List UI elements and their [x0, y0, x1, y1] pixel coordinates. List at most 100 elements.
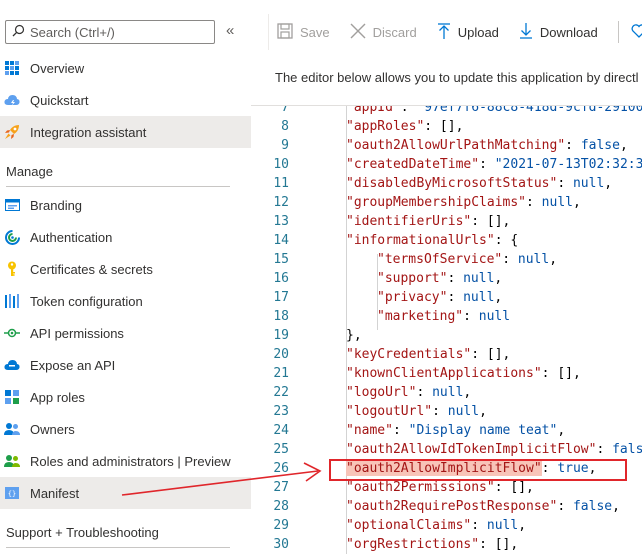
code-line[interactable]: 17 "privacy": null,	[251, 288, 642, 307]
save-icon	[277, 22, 293, 42]
code-line[interactable]: 20 "keyCredentials": [],	[251, 345, 642, 364]
nav-item-overview[interactable]: Overview	[0, 52, 251, 84]
nav-item-api-permissions[interactable]: API permissions	[0, 317, 251, 349]
json-token-key: "knownClientApplications"	[346, 366, 542, 381]
json-token-key: "name"	[346, 423, 393, 438]
code-line[interactable]: 28 "oauth2RequirePostResponse": false,	[251, 497, 642, 516]
json-token-punc: :	[557, 499, 573, 514]
line-number: 24	[273, 423, 289, 438]
nav-item-roles-and-administrators[interactable]: Roles and administrators | Preview	[0, 445, 251, 477]
json-token-key: "termsOfService"	[377, 252, 503, 267]
json-token-punc: :	[557, 176, 573, 191]
json-token-punc: ,	[612, 499, 620, 514]
line-number: 30	[273, 537, 289, 552]
line-number: 20	[273, 347, 289, 362]
json-token-punc: ,	[619, 138, 628, 153]
json-token-punc: },	[346, 328, 362, 343]
nav-item-app-roles[interactable]: App roles	[0, 381, 251, 413]
line-number: 17	[273, 290, 289, 305]
code-content: "appId": "97ef7f6-88c8-418d-9cfd-29100	[346, 106, 642, 117]
save-label: Save	[300, 24, 330, 40]
json-token-kw: null	[572, 176, 605, 191]
code-line[interactable]: 30 "orgRestrictions": [],	[251, 535, 642, 554]
code-line[interactable]: 18 "marketing": null	[251, 307, 642, 326]
editor-description: The editor below allows you to update th…	[275, 70, 639, 85]
json-token-key: "appRoles"	[346, 119, 425, 134]
code-content: "knownClientApplications": [],	[346, 364, 581, 383]
nav-item-quickstart[interactable]: Quickstart	[0, 84, 251, 116]
line-number: 15	[273, 252, 289, 267]
json-token-punc: :	[502, 252, 518, 267]
code-content: "name": "Display name teat",	[346, 421, 565, 440]
json-token-key: "logoutUrl"	[346, 404, 433, 419]
json-token-key: "groupMembershipClaims"	[346, 195, 527, 210]
json-token-key: "keyCredentials"	[346, 347, 472, 362]
nav-label: Certificates & secrets	[30, 261, 153, 277]
upload-button[interactable]: Upload	[437, 22, 499, 42]
json-token-key: "oauth2AllowIdTokenImplicitFlow"	[346, 442, 597, 457]
nav-label: API permissions	[30, 325, 124, 341]
svg-text:{}: {}	[8, 490, 16, 498]
code-line[interactable]: 11 "disabledByMicrosoftStatus": null,	[251, 174, 642, 193]
json-token-key: "orgRestrictions"	[346, 537, 480, 552]
json-token-punc: : [],	[494, 480, 534, 495]
nav-item-expose-an-api[interactable]: Expose an API	[0, 349, 251, 381]
code-line[interactable]: 24 "name": "Display name teat",	[251, 421, 642, 440]
manifest-icon: {}	[4, 485, 20, 501]
discard-button[interactable]: Discard	[350, 23, 417, 42]
line-number: 21	[273, 366, 289, 381]
code-line[interactable]: 9 "oauth2AllowUrlPathMatching": false,	[251, 136, 642, 155]
nav-item-integration-assistant[interactable]: Integration assistant	[0, 116, 251, 148]
nav-item-authentication[interactable]: Authentication	[0, 221, 251, 253]
json-token-key: "marketing"	[377, 309, 464, 324]
code-content: "privacy": null,	[377, 288, 502, 307]
json-token-punc: :	[447, 271, 464, 286]
json-token-punc: ,	[463, 385, 472, 400]
json-token-punc: ,	[518, 518, 527, 533]
download-button[interactable]: Download	[519, 22, 598, 42]
nav-item-manifest[interactable]: {} Manifest	[0, 477, 251, 509]
code-line[interactable]: 22 "logoUrl": null,	[251, 383, 642, 402]
cloud-icon	[4, 92, 20, 108]
code-line[interactable]: 25 "oauth2AllowIdTokenImplicitFlow": fals…	[251, 440, 642, 459]
code-line[interactable]: 29 "optionalClaims": null,	[251, 516, 642, 535]
branding-icon	[4, 197, 20, 213]
nav-item-certificates-secrets[interactable]: Certificates & secrets	[0, 253, 251, 285]
feedback-button[interactable]	[631, 23, 642, 41]
json-token-punc: ,	[604, 176, 613, 191]
code-line[interactable]: 14 "informationalUrls": {	[251, 231, 642, 250]
json-token-punc: :	[526, 195, 542, 210]
code-content: "disabledByMicrosoftStatus": null,	[346, 174, 612, 193]
json-token-punc: : [],	[541, 366, 581, 381]
line-number: 18	[273, 309, 289, 324]
collapse-sidebar-button[interactable]: «	[226, 22, 234, 39]
code-line[interactable]: 8 "appRoles": [],	[251, 117, 642, 136]
code-line[interactable]: 19},	[251, 326, 642, 345]
code-line[interactable]: 15 "termsOfService": null,	[251, 250, 642, 269]
code-line[interactable]: 16 "support": null,	[251, 269, 642, 288]
line-number: 9	[281, 138, 289, 153]
nav-item-token-configuration[interactable]: Token configuration	[0, 285, 251, 317]
code-line[interactable]: 13 "identifierUris": [],	[251, 212, 642, 231]
json-token-punc: :	[392, 423, 409, 438]
nav-item-branding[interactable]: Branding	[0, 189, 251, 221]
nav-item-owners[interactable]: Owners	[0, 413, 251, 445]
support-section-header: Support + Troubleshooting	[6, 525, 159, 540]
code-line[interactable]: 7 "appId": "97ef7f6-88c8-418d-9cfd-29100	[251, 106, 642, 117]
upload-label: Upload	[457, 24, 499, 40]
json-token-kw: false	[580, 138, 620, 153]
api-permissions-icon	[4, 325, 20, 341]
json-token-punc: :	[400, 106, 417, 115]
code-content: "identifierUris": [],	[346, 212, 510, 231]
code-line[interactable]: 12 "groupMembershipClaims": null,	[251, 193, 642, 212]
save-button[interactable]: Save	[277, 22, 330, 42]
json-token-kw: null	[447, 404, 480, 419]
code-line[interactable]: 10 "createdDateTime": "2021-07-13T02:32:3…	[251, 155, 642, 174]
code-line[interactable]: 21 "knownClientApplications": [],	[251, 364, 642, 383]
code-line[interactable]: 23 "logoutUrl": null,	[251, 402, 642, 421]
manifest-json-editor[interactable]: 7 "appId": "97ef7f6-88c8-418d-9cfd-29100 8…	[251, 106, 642, 554]
section-divider	[6, 547, 230, 548]
json-token-key: "appId"	[346, 106, 401, 115]
search-input[interactable]: Search (Ctrl+/)	[5, 20, 215, 44]
code-content: "orgRestrictions": [],	[346, 535, 518, 554]
